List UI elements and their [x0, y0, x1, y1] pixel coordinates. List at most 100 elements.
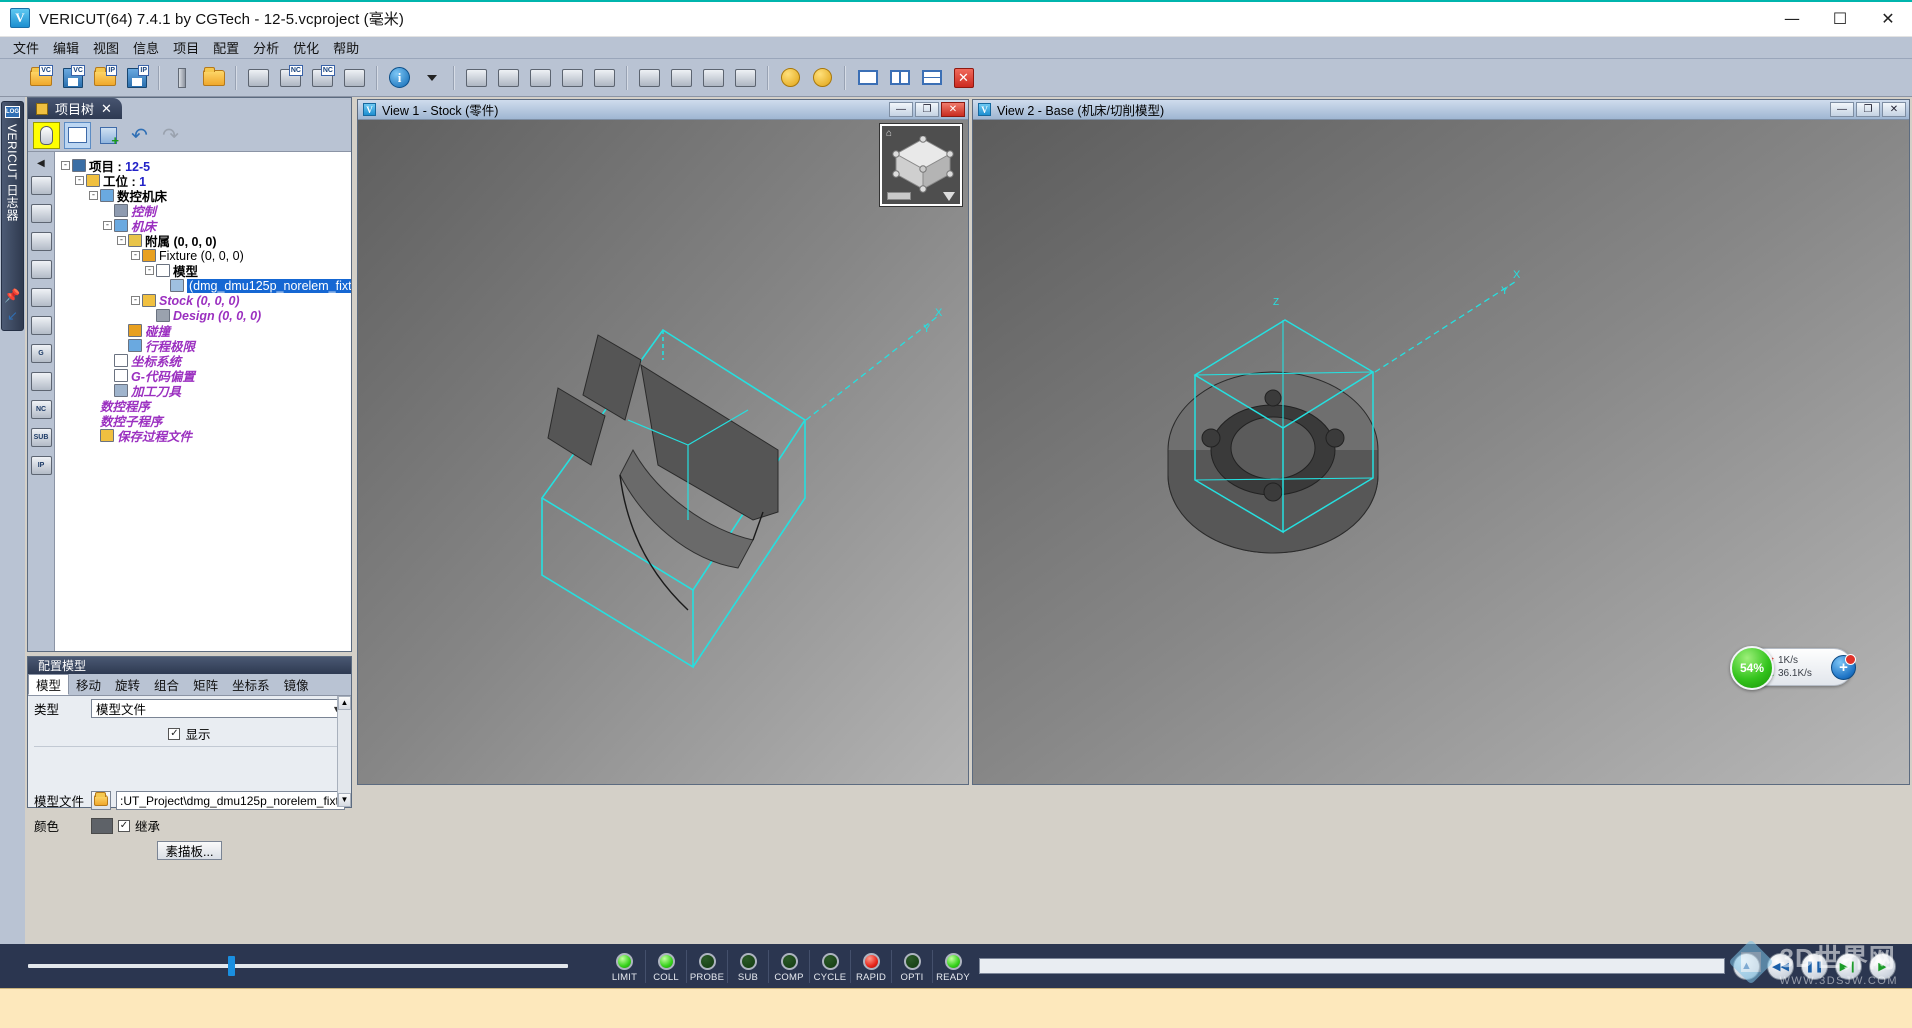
redo-button[interactable]: ↷	[157, 122, 184, 149]
scroll-up-arrow-icon[interactable]: ▲	[338, 696, 351, 710]
menu-config[interactable]: 配置	[206, 36, 246, 59]
minimize-button[interactable]: —	[1768, 0, 1816, 37]
view1-close-button[interactable]: ✕	[941, 102, 965, 117]
two-view-layout-icon[interactable]	[885, 63, 914, 92]
tree-node-control[interactable]: 控制	[57, 203, 351, 219]
tree-node-setup[interactable]: - 工位 : 1	[57, 173, 351, 189]
scroll-down-arrow-icon[interactable]: ▼	[338, 793, 351, 807]
cube-caret-icon[interactable]	[943, 192, 955, 201]
expander-icon[interactable]: -	[117, 236, 126, 245]
in-process-file-rail-icon[interactable]: IP	[30, 456, 52, 475]
menu-help[interactable]: 帮助	[326, 36, 366, 59]
cube-bar-icon[interactable]	[887, 192, 911, 200]
config-tab-模型[interactable]: 模型	[28, 674, 70, 695]
menu-info[interactable]: 信息	[126, 36, 166, 59]
view2-maximize-button[interactable]: ❐	[1856, 102, 1880, 117]
coordinate-system-rail-icon[interactable]	[30, 316, 52, 335]
config-tab-移动[interactable]: 移动	[69, 674, 108, 695]
expander-icon[interactable]: -	[75, 176, 84, 185]
machine-icon[interactable]	[340, 63, 369, 92]
pin-icon[interactable]: 📌	[4, 288, 20, 304]
expander-icon[interactable]: -	[89, 191, 98, 200]
view1-minimize-button[interactable]: —	[889, 102, 913, 117]
menu-edit[interactable]: 编辑	[46, 36, 86, 59]
add-download-button[interactable]: +	[1831, 654, 1856, 680]
nc-program-list-icon[interactable]: NC	[276, 63, 305, 92]
travel-limits-rail-icon[interactable]	[30, 288, 52, 307]
download-manager-widget[interactable]: 54% ↑ 1K/s ↓ 36.1K/s +	[1730, 646, 1856, 690]
browse-model-file-button[interactable]	[91, 791, 111, 810]
model-file-input[interactable]: :UT_Project\dmg_dmu125p_norelem_fixture.…	[116, 791, 345, 810]
tree-node-stock[interactable]: - Stock (0, 0, 0)	[57, 293, 351, 308]
expander-icon[interactable]: -	[103, 221, 112, 230]
simulation-slider[interactable]	[28, 956, 568, 976]
add-component-button[interactable]	[95, 122, 122, 149]
measure-icon[interactable]	[590, 63, 619, 92]
config-tab-组合[interactable]: 组合	[147, 674, 186, 695]
project-tree-close-icon[interactable]: ✕	[101, 101, 112, 117]
control-rail-icon[interactable]	[30, 204, 52, 223]
tree-node-save-in-process[interactable]: 保存过程文件	[57, 428, 351, 444]
menu-analysis[interactable]: 分析	[246, 36, 286, 59]
play-button[interactable]: ▶	[1869, 952, 1896, 980]
reset-button[interactable]: ▲	[1733, 952, 1760, 980]
config-tab-旋转[interactable]: 旋转	[108, 674, 147, 695]
color-swatch[interactable]	[91, 817, 113, 834]
config-tab-镜像[interactable]: 镜像	[277, 674, 316, 695]
color-palette-icon[interactable]	[494, 63, 523, 92]
menu-view[interactable]: 视图	[86, 36, 126, 59]
single-view-layout-icon[interactable]	[853, 63, 882, 92]
render-image-icon[interactable]	[462, 63, 491, 92]
config-tab-坐标系[interactable]: 坐标系	[225, 674, 277, 695]
inherit-checkbox[interactable]: ✓	[118, 819, 130, 832]
menu-project[interactable]: 项目	[166, 36, 206, 59]
tree-node-travel-limits[interactable]: 行程极限	[57, 338, 351, 354]
tooling-rail-icon[interactable]	[30, 372, 52, 391]
tree-node-project[interactable]: - 项目 : 12-5	[57, 158, 351, 174]
close-view-icon[interactable]: ✕	[949, 63, 978, 92]
slider-knob[interactable]	[227, 956, 235, 976]
expander-icon[interactable]: -	[131, 251, 140, 260]
maximize-button[interactable]: ☐	[1816, 0, 1864, 37]
sphere-orange-icon[interactable]	[808, 63, 837, 92]
open-vc-folder-icon[interactable]: VC	[26, 63, 55, 92]
list-mode-button[interactable]	[64, 121, 91, 149]
select-region-icon[interactable]	[635, 63, 664, 92]
tree-node-gcode-offset[interactable]: G-代码偏置	[57, 368, 351, 384]
zoom-out-icon[interactable]	[699, 63, 728, 92]
pause-button[interactable]: ❚❚	[1801, 952, 1828, 980]
config-tab-矩阵[interactable]: 矩阵	[186, 674, 225, 695]
type-select[interactable]: 模型文件 ▼	[91, 699, 345, 718]
view-1-canvas[interactable]: X Y ⌂	[358, 120, 968, 784]
machine-rail-icon[interactable]	[30, 232, 52, 251]
open-ip-folder-icon[interactable]: IP	[90, 63, 119, 92]
info-dropdown-caret-icon[interactable]	[417, 63, 446, 92]
config-scrollbar[interactable]: ▲ ▼	[337, 696, 351, 807]
view1-maximize-button[interactable]: ❐	[915, 102, 939, 117]
setup-model-icon[interactable]	[244, 63, 273, 92]
menu-optimize[interactable]: 优化	[286, 36, 326, 59]
save-vc-project-icon[interactable]: VC	[58, 63, 87, 92]
rotate-icon[interactable]	[731, 63, 760, 92]
nc-program-rail-icon[interactable]: NC	[30, 400, 52, 419]
nc-subprogram-rail-icon[interactable]: SUB	[30, 428, 52, 447]
step-button[interactable]: ▶❙	[1835, 952, 1862, 980]
collision-rail-icon[interactable]	[30, 260, 52, 279]
tree-node-nc-subprogram[interactable]: 数控子程序	[57, 413, 351, 429]
expander-icon[interactable]: -	[131, 296, 140, 305]
pointer-mode-button[interactable]	[33, 121, 60, 149]
show-checkbox[interactable]: ✓	[168, 727, 181, 740]
vericut-log-tab[interactable]: LOG VERICUT 日志器 📌 ↙	[1, 101, 24, 331]
gcode-offset-rail-icon[interactable]: G	[30, 344, 52, 363]
view2-minimize-button[interactable]: —	[1830, 102, 1854, 117]
tree-node-coordinate-system[interactable]: 坐标系统	[57, 353, 351, 369]
expander-icon[interactable]: -	[145, 266, 154, 275]
stock-rail-icon[interactable]	[30, 176, 52, 195]
open-folder-icon[interactable]	[199, 63, 228, 92]
close-button[interactable]: ✕	[1864, 0, 1912, 37]
view-orientation-cube[interactable]: ⌂	[880, 124, 962, 206]
nc-program-verify-icon[interactable]: NC	[308, 63, 337, 92]
collapse-arrow-icon[interactable]: ◀	[37, 158, 45, 169]
sketch-board-button[interactable]: 素描板...	[156, 841, 223, 860]
tree-node-design[interactable]: Design (0, 0, 0)	[57, 308, 351, 323]
